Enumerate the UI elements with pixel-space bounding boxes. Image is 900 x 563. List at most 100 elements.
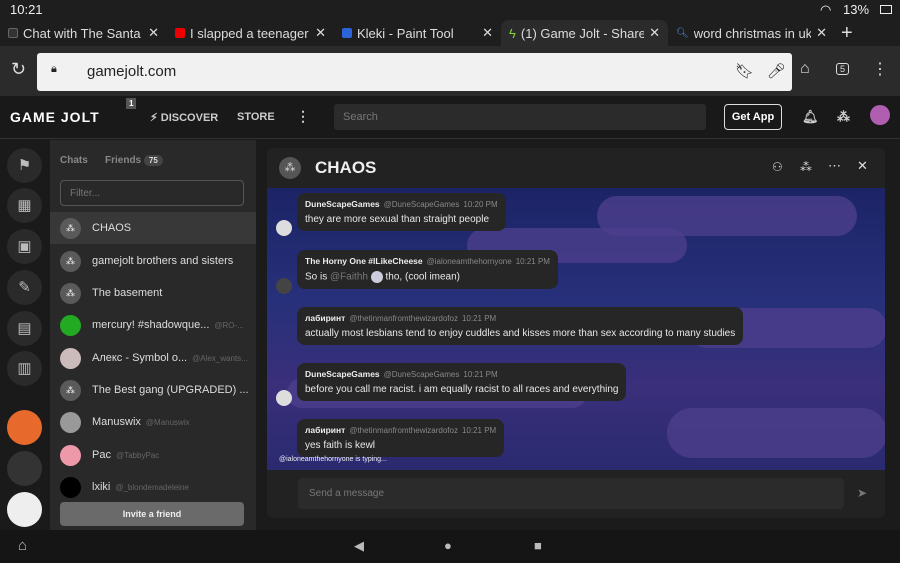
address-bar[interactable]: 🔒︎ gamejolt.com 🔖︎ 🎤︎ (37, 53, 792, 91)
close-icon[interactable]: ✕ (315, 25, 326, 41)
browser-tab-active[interactable]: ϟ (1) Game Jolt - Share y ✕ (501, 20, 668, 46)
discover-link[interactable]: ⚡︎ DISCOVER (150, 111, 218, 124)
activity-icon[interactable]: ⚑ (7, 148, 42, 183)
chat-message: DuneScapeGames @DuneScapeGames 10:21 PM bef… (297, 363, 627, 401)
home-icon[interactable]: ⌂ (800, 60, 810, 78)
creator-icon[interactable]: ✎ (7, 270, 42, 305)
tab-count-button[interactable]: 5 (836, 63, 850, 75)
get-app-button[interactable]: Get App (724, 104, 782, 130)
community-avatar[interactable] (7, 451, 42, 486)
home-icon[interactable]: ⌂ (18, 537, 27, 554)
message-input[interactable]: Send a message (298, 478, 844, 509)
chat-title: CHAOS (315, 158, 377, 177)
add-member-icon[interactable]: ⚇ (772, 160, 783, 174)
browser-tab[interactable]: Kleki - Paint Tool ✕ (334, 20, 501, 46)
new-tab-button[interactable]: + (841, 22, 853, 45)
chat-window: ⁂ CHAOS ⚇ ⁂ ⋯ ✕ DuneScapeGames @DuneScape… (267, 148, 885, 518)
close-icon[interactable]: ✕ (816, 25, 827, 41)
members-icon[interactable]: ⁂ (800, 160, 812, 174)
group-icon: ⁂ (60, 379, 81, 401)
chat-list-item[interactable]: Manuswix @Manuswix (50, 406, 256, 438)
avatar (60, 476, 81, 498)
user-avatar[interactable] (870, 105, 890, 125)
message-time: 10:21 PM (463, 370, 498, 379)
avatar (60, 314, 81, 336)
close-icon[interactable]: ✕ (857, 158, 868, 174)
message-handle: @DuneScapeGames (383, 200, 460, 209)
android-nav-bar: ⌂ ◀ ● ■ (0, 530, 900, 563)
close-icon[interactable]: ✕ (649, 25, 660, 41)
mention[interactable]: @Faithh (330, 272, 368, 283)
menu-icon[interactable]: ⋮ (872, 59, 888, 79)
typing-indicator: @ialoneamthehornyone is typing... (279, 456, 387, 463)
browser-tab[interactable]: Chat with The Santa Cl ✕ (0, 20, 167, 46)
chat-name: mercury! #shadowque... (92, 319, 210, 331)
avatar (60, 444, 81, 466)
back-icon[interactable]: ◀ (354, 538, 364, 554)
message-author[interactable]: DuneScapeGames (305, 369, 380, 379)
message-author[interactable]: лабиринт (305, 425, 345, 435)
chat-list-item[interactable]: Pac @TabbyPac (50, 439, 256, 471)
bell-icon[interactable]: 🔔︎ (802, 109, 819, 125)
send-icon[interactable]: ➤ (857, 486, 867, 500)
browser-tab[interactable]: 🔍︎ word christmas in ukra ✕ (668, 20, 835, 46)
message-text: actually most lesbians tend to enjoy cud… (305, 328, 736, 339)
close-icon[interactable]: ✕ (148, 25, 159, 41)
tab-favicon-icon (8, 28, 18, 38)
chat-message: лабиринт @thetinmanfromthewizardofoz 10:21… (297, 419, 505, 457)
group-icon: ⁂ (60, 217, 81, 239)
chat-list-item[interactable]: ⁂ CHAOS (50, 212, 256, 244)
chat-name: The Best gang (UPGRADED) ... (92, 384, 249, 396)
chat-list-item[interactable]: Алекс - Symbol o... @Alex_wants... (50, 342, 256, 374)
home-button-icon[interactable]: ● (444, 538, 452, 553)
close-icon[interactable]: ✕ (482, 25, 493, 41)
site-header: GAME JOLT 1 ⚡︎ DISCOVER STORE ⋮ Search G… (0, 97, 900, 139)
mention-avatar (370, 271, 383, 283)
message-time: 10:21 PM (515, 257, 550, 266)
library-icon[interactable]: ▥ (7, 351, 42, 386)
message-text: yes faith is kewl (305, 440, 376, 451)
message-handle: @thetinmanfromthewizardofoz (349, 314, 458, 323)
more-options-icon[interactable]: ⋯ (828, 158, 841, 174)
avatar (60, 411, 81, 433)
mic-icon[interactable]: 🎤︎ (767, 62, 786, 80)
community-avatar[interactable] (7, 492, 42, 527)
recents-icon[interactable]: ■ (534, 538, 542, 553)
chat-list-item[interactable]: ⁂ The Best gang (UPGRADED) ... (50, 374, 256, 406)
browser-tab[interactable]: I slapped a teenager at ✕ (167, 20, 334, 46)
message-time: 10:21 PM (461, 426, 497, 435)
tab-title: Kleki - Paint Tool (357, 25, 454, 41)
chat-icon[interactable]: ⁂ (837, 109, 850, 125)
chat-list-item[interactable]: ⁂ gamejolt brothers and sisters (50, 245, 256, 277)
tab-chats[interactable]: Chats (60, 155, 88, 166)
search-input[interactable]: Search (334, 104, 706, 130)
gamejolt-logo[interactable]: GAME JOLT (10, 109, 100, 125)
message-author[interactable]: DuneScapeGames (305, 199, 380, 209)
status-bar: 10:21 ◠ 13% (0, 0, 900, 20)
chat-list-item[interactable]: ⁂ The basement (50, 277, 256, 309)
more-icon[interactable]: ⋮ (296, 108, 310, 125)
chat-message: лабиринт @thetinmanfromthewizardofoz 10:21… (297, 307, 744, 345)
avatar (60, 347, 81, 369)
message-handle: @thetinmanfromthewizardofoz (349, 426, 458, 435)
message-author[interactable]: лабиринт (305, 313, 345, 323)
bag-icon[interactable]: ▣ (7, 229, 42, 264)
chat-handle: @Manuswix (145, 417, 190, 427)
chat-list-panel: Chats Friends 75 Filter... ⁂ CHAOS ⁂ gamej… (50, 140, 256, 530)
chat-name: Pac (92, 449, 111, 461)
robot-icon[interactable]: ▤ (7, 311, 42, 346)
chat-list-item[interactable]: mercury! #shadowque... @RO-... (50, 309, 256, 341)
bookmark-icon[interactable]: 🔖︎ (735, 62, 754, 80)
tab-friends[interactable]: Friends 75 (105, 155, 163, 166)
filter-input[interactable]: Filter... (60, 180, 244, 206)
group-icon: ⁂ (60, 250, 81, 272)
notification-badge: 1 (126, 98, 137, 109)
message-author[interactable]: The Horny One #ILikeCheese (305, 256, 423, 266)
chat-list-item[interactable]: lxiki @_blondemadeleine (50, 471, 256, 503)
store-icon[interactable]: ▦ (7, 188, 42, 223)
invite-friend-button[interactable]: Invite a friend (60, 502, 244, 526)
reload-icon[interactable]: ↻ (11, 59, 26, 80)
message-time: 10:20 PM (463, 200, 498, 209)
store-link[interactable]: STORE (237, 111, 275, 123)
community-avatar[interactable] (7, 410, 42, 445)
